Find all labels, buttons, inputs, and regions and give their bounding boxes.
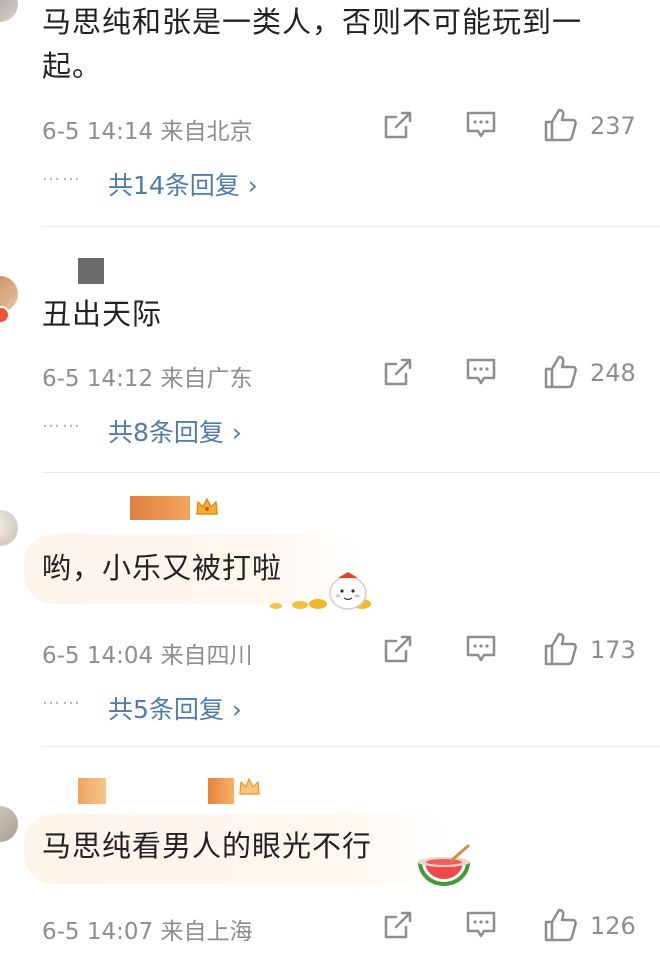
comment-2: 丑出天际 6-5 14:12 来自广东 248 …… 共8条回复 › (0, 228, 660, 474)
comment-time-location: 6-5 14:14 来自北京 (42, 119, 253, 145)
comment-meta: 6-5 14:14 来自北京 237 (42, 108, 642, 145)
comment-4: 马思纯看男人的眼光不行 6-5 14:07 来自上海 126 (0, 748, 660, 958)
like-count: 173 (590, 636, 636, 664)
thumbs-up-icon[interactable] (542, 907, 578, 943)
reply-dots: …… (42, 164, 82, 185)
share-icon[interactable] (382, 909, 414, 941)
like-count: 126 (590, 912, 636, 940)
view-replies-link[interactable]: 共8条回复 › (108, 413, 242, 449)
divider (42, 746, 660, 747)
comment-1: 马思纯和张是一类人，否则不可能玩到一起。 6-5 14:14 来自北京 237 … (0, 0, 660, 228)
comment-3: 哟，小乐又被打啦 6-5 14:04 来自四川 173 …… 共5条回复 › (0, 474, 660, 748)
thumbs-up-icon[interactable] (542, 354, 578, 390)
comment-time-location: 6-5 14:04 来自四川 (42, 643, 253, 669)
like-count: 237 (590, 112, 636, 140)
comment-icon[interactable] (464, 356, 498, 388)
divider (42, 472, 660, 473)
comment-time-location: 6-5 14:12 来自广东 (42, 366, 253, 392)
comment-text: 马思纯看男人的眼光不行 (42, 829, 373, 863)
comment-icon[interactable] (464, 109, 498, 141)
share-icon[interactable] (382, 633, 414, 665)
comment-text: 马思纯和张是一类人，否则不可能玩到一起。 (42, 5, 583, 83)
username-redacted (208, 778, 234, 804)
avatar[interactable] (0, 806, 18, 842)
thumbs-up-icon[interactable] (542, 107, 578, 143)
comment-icon[interactable] (464, 633, 498, 665)
comment-icon[interactable] (464, 909, 498, 941)
view-replies-link[interactable]: 共5条回复 › (108, 690, 242, 726)
share-icon[interactable] (382, 109, 414, 141)
comment-meta: 6-5 14:04 来自四川 173 (42, 632, 642, 669)
comment-meta: 6-5 14:07 来自上海 126 (42, 908, 642, 945)
username-redacted (130, 496, 190, 520)
username-redacted (78, 778, 106, 804)
comment-time-location: 6-5 14:07 来自上海 (42, 919, 253, 945)
avatar[interactable] (0, 510, 18, 546)
crown-icon (236, 772, 262, 798)
thumbs-up-icon[interactable] (542, 631, 578, 667)
mascot-sticker-icon (266, 566, 378, 614)
comment-meta: 6-5 14:12 来自广东 248 (42, 355, 642, 392)
like-count: 248 (590, 359, 636, 387)
comment-feed: 马思纯和张是一类人，否则不可能玩到一起。 6-5 14:14 来自北京 237 … (0, 0, 660, 958)
username-redacted (78, 258, 104, 284)
divider (42, 226, 660, 227)
crown-icon (194, 494, 220, 520)
share-icon[interactable] (382, 356, 414, 388)
watermelon-sticker-icon (414, 842, 474, 890)
reply-dots: …… (42, 688, 82, 709)
avatar[interactable] (0, 0, 18, 22)
view-replies-link[interactable]: 共14条回复 › (108, 166, 258, 202)
reply-dots: …… (42, 411, 82, 432)
comment-text: 丑出天际 (42, 297, 163, 331)
